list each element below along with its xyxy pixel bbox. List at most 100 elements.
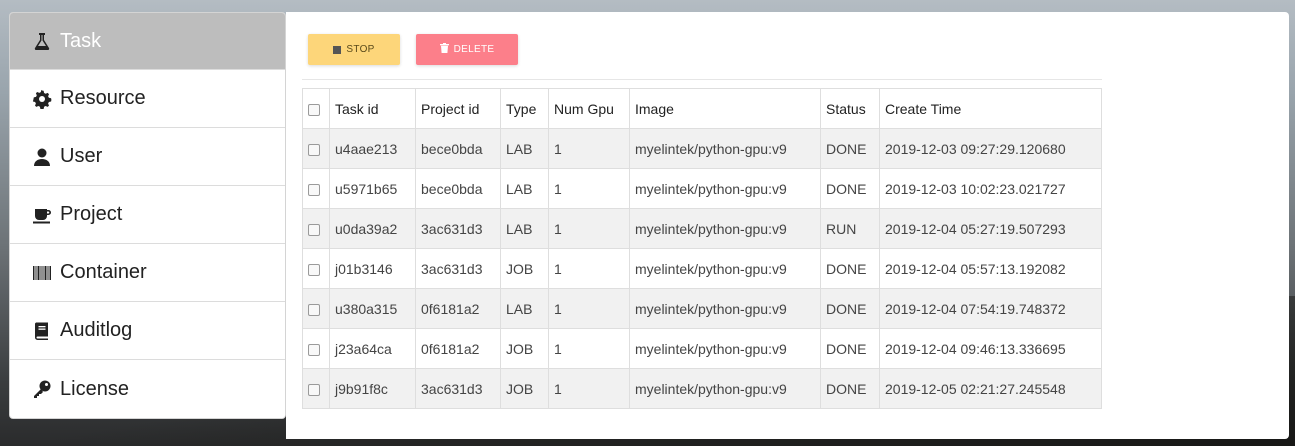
image-cell: myelintek/python-gpu:v9	[629, 168, 821, 209]
num-gpu-cell: 1	[548, 128, 630, 169]
create-time-cell: 2019-12-04 07:54:19.748372	[879, 288, 1102, 329]
image-cell: myelintek/python-gpu:v9	[629, 328, 821, 369]
image-cell: myelintek/python-gpu:v9	[629, 248, 821, 289]
table-row[interactable]: u5971b65 bece0bda LAB 1 myelintek/python-gpu…	[302, 168, 1102, 209]
key-icon	[31, 378, 53, 400]
table-row[interactable]: j23a64ca 0f6181a2 JOB 1 myelintek/python-gpu…	[302, 328, 1102, 369]
select-all-cell	[302, 88, 330, 129]
delete-button-label: DELETE	[453, 44, 495, 55]
num-gpu-cell: 1	[548, 328, 630, 369]
coffee-icon	[31, 204, 53, 226]
num-gpu-cell: 1	[548, 368, 630, 409]
flask-icon	[31, 30, 53, 52]
create-time-cell: 2019-12-04 05:27:19.507293	[879, 208, 1102, 249]
type-cell: LAB	[500, 128, 549, 169]
task-id-cell: j01b3146	[329, 248, 416, 289]
row-select-cell	[302, 328, 330, 369]
table-row[interactable]: j9b91f8c 3ac631d3 JOB 1 myelintek/python-gpu…	[302, 368, 1102, 409]
create-time-cell: 2019-12-03 10:02:23.021727	[879, 168, 1102, 209]
type-cell: LAB	[500, 288, 549, 329]
task-id-cell: u0da39a2	[329, 208, 416, 249]
type-cell: LAB	[500, 168, 549, 209]
create-time-cell: 2019-12-03 09:27:29.120680	[879, 128, 1102, 169]
task-rows: u4aae213 bece0bda LAB 1 myelintek/python-gpu…	[302, 128, 1102, 409]
sidebar-item-license[interactable]: License	[10, 360, 285, 418]
task-id-cell: u4aae213	[329, 128, 416, 169]
image-cell: myelintek/python-gpu:v9	[629, 368, 821, 409]
table-row[interactable]: u380a315 0f6181a2 LAB 1 myelintek/python-gpu…	[302, 288, 1102, 329]
row-checkbox[interactable]	[308, 143, 320, 156]
column-header[interactable]: Status	[820, 88, 880, 129]
num-gpu-cell: 1	[548, 208, 630, 249]
image-cell: myelintek/python-gpu:v9	[629, 128, 821, 169]
gear-icon	[31, 88, 53, 110]
sidebar-menu: Task Resource User Project Container Aud…	[9, 12, 286, 419]
column-header[interactable]: Task id	[329, 88, 416, 129]
row-checkbox[interactable]	[308, 223, 320, 236]
num-gpu-cell: 1	[548, 168, 630, 209]
column-header[interactable]: Num Gpu	[548, 88, 630, 129]
sidebar-item-resource[interactable]: Resource	[10, 70, 285, 128]
sidebar-item-container[interactable]: Container	[10, 244, 285, 302]
sidebar-item-label: Task	[60, 29, 102, 52]
row-checkbox[interactable]	[308, 343, 320, 356]
user-icon	[31, 146, 53, 168]
row-select-cell	[302, 208, 330, 249]
row-select-cell	[302, 368, 330, 409]
project-id-cell: 3ac631d3	[415, 208, 501, 249]
type-cell: JOB	[500, 368, 549, 409]
project-id-cell: bece0bda	[415, 128, 501, 169]
status-cell: DONE	[820, 128, 880, 169]
row-checkbox[interactable]	[308, 383, 320, 396]
table-row[interactable]: u4aae213 bece0bda LAB 1 myelintek/python-gpu…	[302, 128, 1102, 169]
task-panel: STOP DELETE Task id Project id Type Num …	[286, 12, 1289, 439]
stop-icon	[333, 45, 342, 54]
status-cell: DONE	[820, 288, 880, 329]
task-id-cell: j23a64ca	[329, 328, 416, 369]
stop-button-label: STOP	[346, 44, 375, 55]
type-cell: JOB	[500, 248, 549, 289]
sidebar-item-task[interactable]: Task	[10, 13, 285, 70]
sidebar-item-label: Resource	[60, 87, 146, 109]
num-gpu-cell: 1	[548, 248, 630, 289]
sidebar-item-label: License	[60, 377, 129, 400]
row-checkbox[interactable]	[308, 263, 320, 276]
status-cell: DONE	[820, 168, 880, 209]
stop-button[interactable]: STOP	[308, 34, 400, 65]
project-id-cell: 3ac631d3	[415, 248, 501, 289]
column-header[interactable]: Project id	[415, 88, 501, 129]
delete-button[interactable]: DELETE	[416, 34, 518, 65]
create-time-cell: 2019-12-04 09:46:13.336695	[879, 328, 1102, 369]
status-cell: DONE	[820, 368, 880, 409]
sidebar-item-project[interactable]: Project	[10, 186, 285, 244]
barcode-icon	[31, 262, 53, 284]
task-id-cell: j9b91f8c	[329, 368, 416, 409]
task-id-cell: u380a315	[329, 288, 416, 329]
status-cell: RUN	[820, 208, 880, 249]
select-all-checkbox[interactable]	[308, 103, 320, 116]
table-row[interactable]: j01b3146 3ac631d3 JOB 1 myelintek/python-gpu…	[302, 248, 1102, 289]
image-cell: myelintek/python-gpu:v9	[629, 288, 821, 329]
sidebar-item-label: Container	[60, 261, 147, 283]
project-id-cell: 0f6181a2	[415, 288, 501, 329]
column-header[interactable]: Type	[500, 88, 549, 129]
column-header[interactable]: Image	[629, 88, 821, 129]
table-row[interactable]: u0da39a2 3ac631d3 LAB 1 myelintek/python-gpu…	[302, 208, 1102, 249]
sidebar-item-label: Project	[60, 203, 123, 225]
row-select-cell	[302, 248, 330, 289]
row-select-cell	[302, 288, 330, 329]
type-cell: JOB	[500, 328, 549, 369]
task-table: Task id Project id Type Num Gpu Image St…	[302, 88, 1102, 409]
row-checkbox[interactable]	[308, 303, 320, 316]
trash-icon	[439, 43, 449, 56]
row-checkbox[interactable]	[308, 183, 320, 196]
create-time-cell: 2019-12-04 05:57:13.192082	[879, 248, 1102, 289]
task-id-cell: u5971b65	[329, 168, 416, 209]
book-icon	[31, 320, 53, 342]
status-cell: DONE	[820, 328, 880, 369]
sidebar-item-user[interactable]: User	[10, 128, 285, 186]
project-id-cell: bece0bda	[415, 168, 501, 209]
column-header[interactable]: Create Time	[879, 88, 1102, 129]
sidebar-item-auditlog[interactable]: Auditlog	[10, 302, 285, 360]
type-cell: LAB	[500, 208, 549, 249]
